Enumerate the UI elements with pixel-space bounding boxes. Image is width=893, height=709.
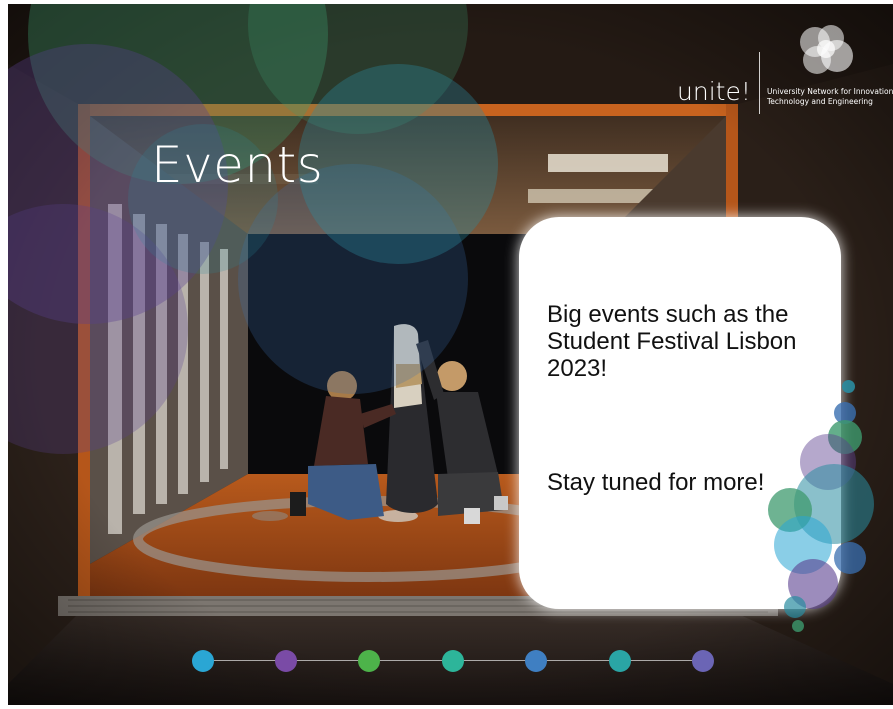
decor-bubble — [792, 620, 804, 632]
logo-subtitle-line-1: University Network for Innovation — [767, 87, 893, 96]
unite-logo: unite! University Network for Innovation… — [677, 24, 893, 116]
slide: Events unite! University Network for Inn… — [8, 4, 893, 705]
card-paragraph-events: Big events such as the Student Festival … — [547, 301, 797, 382]
logo-subtitle: University Network for Innovation Techno… — [767, 87, 893, 107]
logo-divider — [759, 52, 760, 114]
timeline-dot — [192, 650, 214, 672]
timeline-dot — [275, 650, 297, 672]
timeline — [192, 649, 722, 673]
timeline-dot — [609, 650, 631, 672]
timeline-dot — [525, 650, 547, 672]
logo-subtitle-line-2: Technology and Engineering — [767, 97, 873, 106]
decor-bubble — [842, 380, 855, 393]
decor-bubble — [834, 542, 866, 574]
decor-bubble — [298, 64, 498, 264]
page-title: Events — [151, 136, 324, 194]
decor-bubble — [784, 596, 806, 618]
timeline-dot — [442, 650, 464, 672]
logo-wordmark: unite! — [677, 77, 751, 106]
timeline-dot — [692, 650, 714, 672]
timeline-dot — [358, 650, 380, 672]
unite-logo-mark-icon — [800, 25, 853, 74]
